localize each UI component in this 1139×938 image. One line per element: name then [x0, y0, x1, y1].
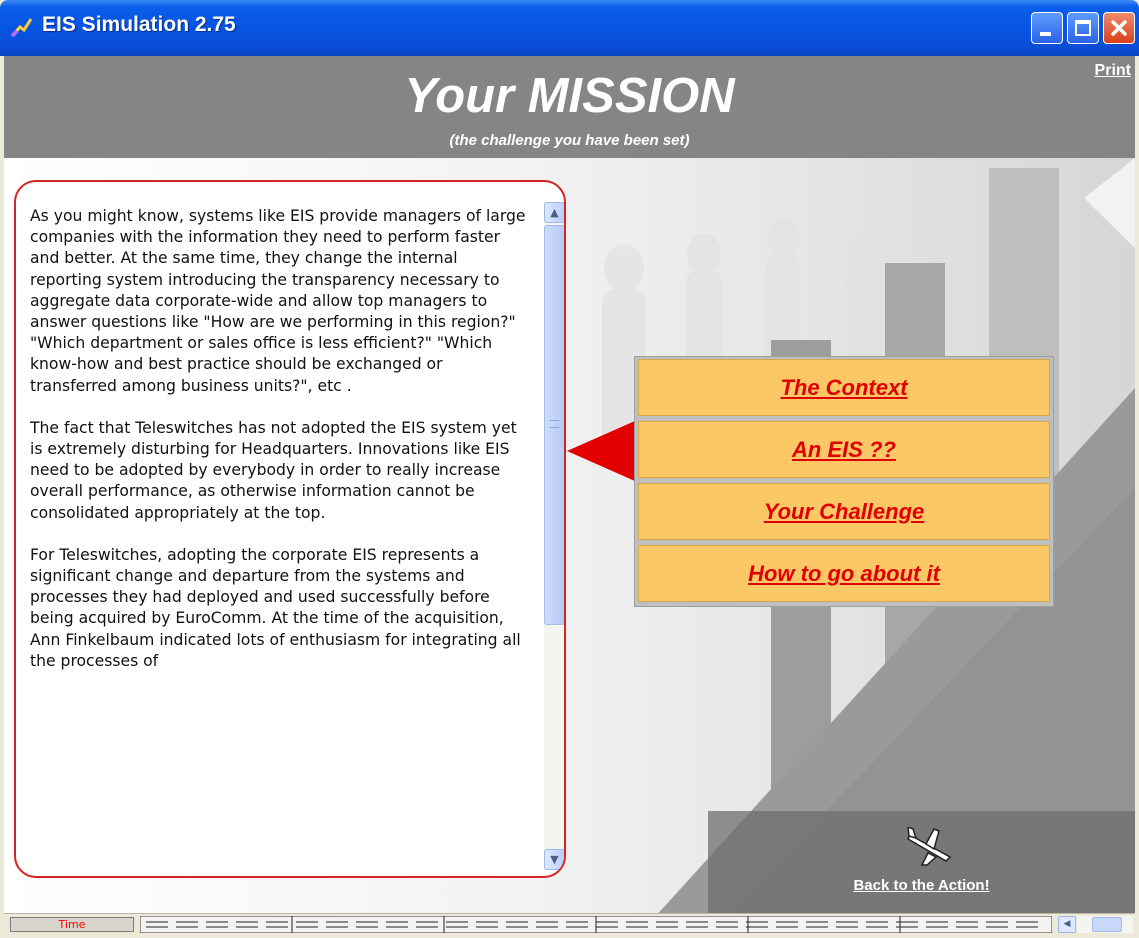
time-indicator: Time — [10, 917, 134, 932]
window-title: EIS Simulation 2.75 — [42, 13, 236, 36]
back-to-action-panel[interactable]: Back to the Action! — [708, 811, 1135, 913]
mission-paragraph: The fact that Teleswitches has not adopt… — [30, 418, 517, 522]
scroll-left-button[interactable]: ◀ — [1058, 916, 1076, 933]
mission-paragraph: As you might know, systems like EIS prov… — [30, 207, 526, 395]
scroll-thumb[interactable] — [544, 225, 564, 625]
horizontal-scroll-thumb[interactable] — [1092, 917, 1122, 932]
mission-paragraph: For Teleswitches, adopting the corporate… — [30, 545, 521, 670]
menu-item-your-challenge[interactable]: Your Challenge — [638, 483, 1050, 540]
chevron-left-icon: ◀ — [1063, 919, 1071, 929]
maximize-button[interactable] — [1067, 12, 1099, 44]
app-window: EIS Simulation 2.75 Your MISSION (the ch… — [0, 0, 1139, 938]
minimize-icon — [1040, 32, 1051, 36]
app-icon — [10, 18, 33, 38]
timeline-track — [140, 916, 1052, 933]
time-bar: Time ◀ — [4, 913, 1135, 934]
chevron-down-icon: ▼ — [550, 853, 559, 866]
vertical-scrollbar[interactable]: ▲ ▼ — [544, 202, 564, 870]
grip-icon — [550, 420, 559, 428]
header-band: Your MISSION (the challenge you have bee… — [4, 56, 1135, 158]
airplane-icon[interactable] — [906, 827, 956, 867]
chevron-up-icon: ▲ — [550, 206, 559, 219]
print-link[interactable]: Print — [1095, 62, 1131, 80]
scroll-down-button[interactable]: ▼ — [544, 849, 564, 870]
close-button[interactable] — [1103, 12, 1135, 44]
content-area: Your MISSION (the challenge you have bee… — [4, 56, 1135, 934]
mission-menu: The Context An EIS ?? Your Challenge How… — [634, 356, 1054, 607]
close-icon — [1111, 20, 1127, 36]
page-subtitle: (the challenge you have been set) — [449, 132, 690, 149]
menu-item-the-context[interactable]: The Context — [638, 359, 1050, 416]
scroll-up-button[interactable]: ▲ — [544, 202, 564, 223]
minimize-button[interactable] — [1031, 12, 1063, 44]
mission-text-panel: As you might know, systems like EIS prov… — [14, 180, 566, 878]
selection-pointer-icon — [567, 420, 637, 482]
menu-item-an-eis[interactable]: An EIS ?? — [638, 421, 1050, 478]
maximize-icon — [1075, 20, 1091, 36]
title-bar[interactable]: EIS Simulation 2.75 — [0, 0, 1139, 56]
mission-text: As you might know, systems like EIS prov… — [30, 206, 530, 693]
back-to-action-link[interactable]: Back to the Action! — [708, 877, 1135, 894]
page-title: Your MISSION — [404, 69, 735, 123]
menu-item-how-to-go-about-it[interactable]: How to go about it — [638, 545, 1050, 602]
